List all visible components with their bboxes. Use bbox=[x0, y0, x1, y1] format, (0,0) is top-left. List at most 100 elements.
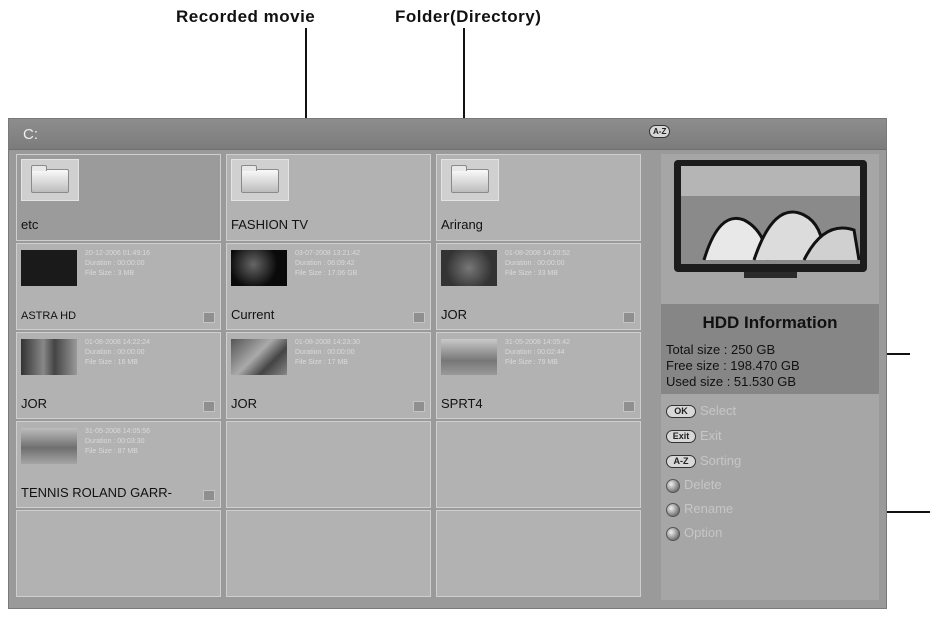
rename-label: Rename bbox=[684, 501, 734, 516]
recording-datetime: 01-08-2008 14:23:30 bbox=[295, 339, 360, 346]
recording-duration: Duration : 00:00:00 bbox=[85, 349, 145, 356]
recording-datetime: 01-08-2008 14:22:24 bbox=[85, 339, 150, 346]
empty-slot bbox=[226, 510, 431, 597]
empty-slot bbox=[16, 510, 221, 597]
delete-action[interactable]: Delete bbox=[666, 477, 722, 495]
thumbnail bbox=[21, 428, 77, 464]
recording-duration: Duration : 06:09:42 bbox=[295, 260, 355, 267]
recording-meta: 31-05-2008 14:05:42 Duration : 00:02:44 … bbox=[505, 338, 570, 368]
recording-size: File Size : 16 MB bbox=[85, 359, 138, 366]
recording-size: File Size : 79 MB bbox=[505, 359, 558, 366]
recording-duration: Duration : 00:03:30 bbox=[85, 438, 145, 445]
recording-name: SPRT4 bbox=[441, 396, 483, 411]
thumbnail bbox=[21, 250, 77, 286]
folder-item[interactable]: Arirang bbox=[436, 154, 641, 241]
select-action[interactable]: OK Select bbox=[666, 403, 736, 421]
recording-duration: Duration : 00:02:44 bbox=[505, 349, 565, 356]
recording-datetime: 31-05-2008 14:05:56 bbox=[85, 428, 150, 435]
yellow-button-icon bbox=[666, 526, 680, 541]
red-button-icon bbox=[666, 478, 680, 493]
lock-icon bbox=[203, 401, 215, 412]
recording-name: Current bbox=[231, 307, 275, 322]
exit-action[interactable]: Exit Exit bbox=[666, 428, 722, 446]
empty-slot bbox=[436, 510, 641, 597]
recording-item[interactable]: 20-12-2006 01:49:16 Duration : 00:00:00 … bbox=[16, 243, 221, 330]
folder-icon bbox=[441, 159, 499, 201]
lock-icon bbox=[413, 312, 425, 323]
sorting-label: Sorting bbox=[700, 453, 742, 468]
tv-preview-icon bbox=[674, 160, 867, 278]
empty-slot bbox=[436, 421, 641, 508]
recorded-movie-callout: Recorded movie bbox=[176, 7, 316, 26]
lock-icon bbox=[413, 401, 425, 412]
thumbnail bbox=[441, 250, 497, 286]
recording-name: JOR bbox=[21, 396, 47, 411]
recording-meta: 01-08-2008 14:20:52 Duration : 00:00:00 … bbox=[505, 249, 570, 279]
lock-icon bbox=[623, 312, 635, 323]
file-browser-screen: C: A-Z etc FASHION TV Arirang 20-12-2006… bbox=[8, 118, 887, 609]
hdd-information-box: HDD Information Total size : 250 GB Free… bbox=[661, 304, 879, 394]
recording-datetime: 20-12-2006 01:49:16 bbox=[85, 250, 150, 257]
recording-meta: 01-08-2008 14:22:24 Duration : 00:00:00 … bbox=[85, 338, 150, 368]
folder-callout: Folder(Directory) bbox=[395, 7, 542, 26]
green-button-icon bbox=[666, 502, 680, 517]
lock-icon bbox=[203, 490, 215, 501]
folder-icon bbox=[21, 159, 79, 201]
folder-item[interactable]: etc bbox=[16, 154, 221, 241]
recording-datetime: 01-08-2008 14:20:52 bbox=[505, 250, 570, 257]
recording-size: File Size : 33 MB bbox=[505, 270, 558, 277]
recording-item[interactable]: 01-08-2008 14:22:24 Duration : 00:00:00 … bbox=[16, 332, 221, 419]
recording-size: File Size : 87 MB bbox=[85, 448, 138, 455]
title-bar: C: A-Z bbox=[9, 119, 886, 150]
recording-meta: 03-07-2008 13:21:42 Duration : 06:09:42 … bbox=[295, 249, 360, 279]
lock-icon bbox=[623, 401, 635, 412]
recording-size: File Size : 17.06 GB bbox=[295, 270, 358, 277]
folder-name: etc bbox=[21, 217, 39, 232]
recording-name: JOR bbox=[231, 396, 257, 411]
option-action[interactable]: Option bbox=[666, 525, 722, 543]
thumbnail bbox=[231, 250, 287, 286]
folder-icon bbox=[231, 159, 289, 201]
recording-item[interactable]: 03-07-2008 13:21:42 Duration : 06:09:42 … bbox=[226, 243, 431, 330]
drive-label: C: bbox=[23, 126, 38, 143]
rename-action[interactable]: Rename bbox=[666, 501, 733, 519]
folder-item[interactable]: FASHION TV bbox=[226, 154, 431, 241]
sort-badge: A-Z bbox=[649, 125, 671, 138]
delete-label: Delete bbox=[684, 477, 722, 492]
recording-item[interactable]: 31-05-2008 14:05:56 Duration : 00:03:30 … bbox=[16, 421, 221, 508]
recording-meta: 20-12-2006 01:49:16 Duration : 00:00:00 … bbox=[85, 249, 150, 279]
recording-duration: Duration : 00:00:00 bbox=[505, 260, 565, 267]
hdd-used-size: Used size : 51.530 GB bbox=[666, 374, 797, 389]
info-panel: HDD Information Total size : 250 GB Free… bbox=[661, 154, 879, 600]
hdd-title: HDD Information bbox=[702, 313, 838, 332]
empty-slot bbox=[226, 421, 431, 508]
recording-size: File Size : 17 MB bbox=[295, 359, 348, 366]
folder-name: FASHION TV bbox=[231, 217, 309, 232]
recording-datetime: 31-05-2008 14:05:42 bbox=[505, 339, 570, 346]
recording-item[interactable]: 01-08-2008 14:20:52 Duration : 00:00:00 … bbox=[436, 243, 641, 330]
az-key-icon: A-Z bbox=[666, 455, 696, 469]
recording-name: TENNIS ROLAND GARR- bbox=[21, 485, 172, 500]
recording-duration: Duration : 00:00:00 bbox=[295, 349, 355, 356]
recording-size: File Size : 3 MB bbox=[85, 270, 135, 277]
folder-name: Arirang bbox=[441, 217, 483, 232]
thumbnail bbox=[231, 339, 287, 375]
recording-name: ASTRA HD bbox=[21, 310, 77, 322]
thumbnail bbox=[21, 339, 77, 375]
recording-name: JOR bbox=[441, 307, 467, 322]
exit-label: Exit bbox=[700, 428, 722, 443]
select-label: Select bbox=[700, 403, 737, 418]
hdd-free-size: Free size : 198.470 GB bbox=[666, 358, 800, 373]
lock-icon bbox=[203, 312, 215, 323]
recording-duration: Duration : 00:00:00 bbox=[85, 260, 145, 267]
recording-datetime: 03-07-2008 13:21:42 bbox=[295, 250, 360, 257]
ok-key-icon: OK bbox=[666, 405, 696, 419]
exit-key-icon: Exit bbox=[666, 430, 696, 444]
recording-item[interactable]: 31-05-2008 14:05:42 Duration : 00:02:44 … bbox=[436, 332, 641, 419]
recording-meta: 31-05-2008 14:05:56 Duration : 00:03:30 … bbox=[85, 427, 150, 457]
recording-item[interactable]: 01-08-2008 14:23:30 Duration : 00:00:00 … bbox=[226, 332, 431, 419]
hdd-total-size: Total size : 250 GB bbox=[666, 342, 776, 357]
file-grid: etc FASHION TV Arirang 20-12-2006 01:49:… bbox=[16, 154, 641, 600]
sorting-action[interactable]: A-Z Sorting bbox=[666, 453, 741, 471]
option-label: Option bbox=[684, 525, 723, 540]
